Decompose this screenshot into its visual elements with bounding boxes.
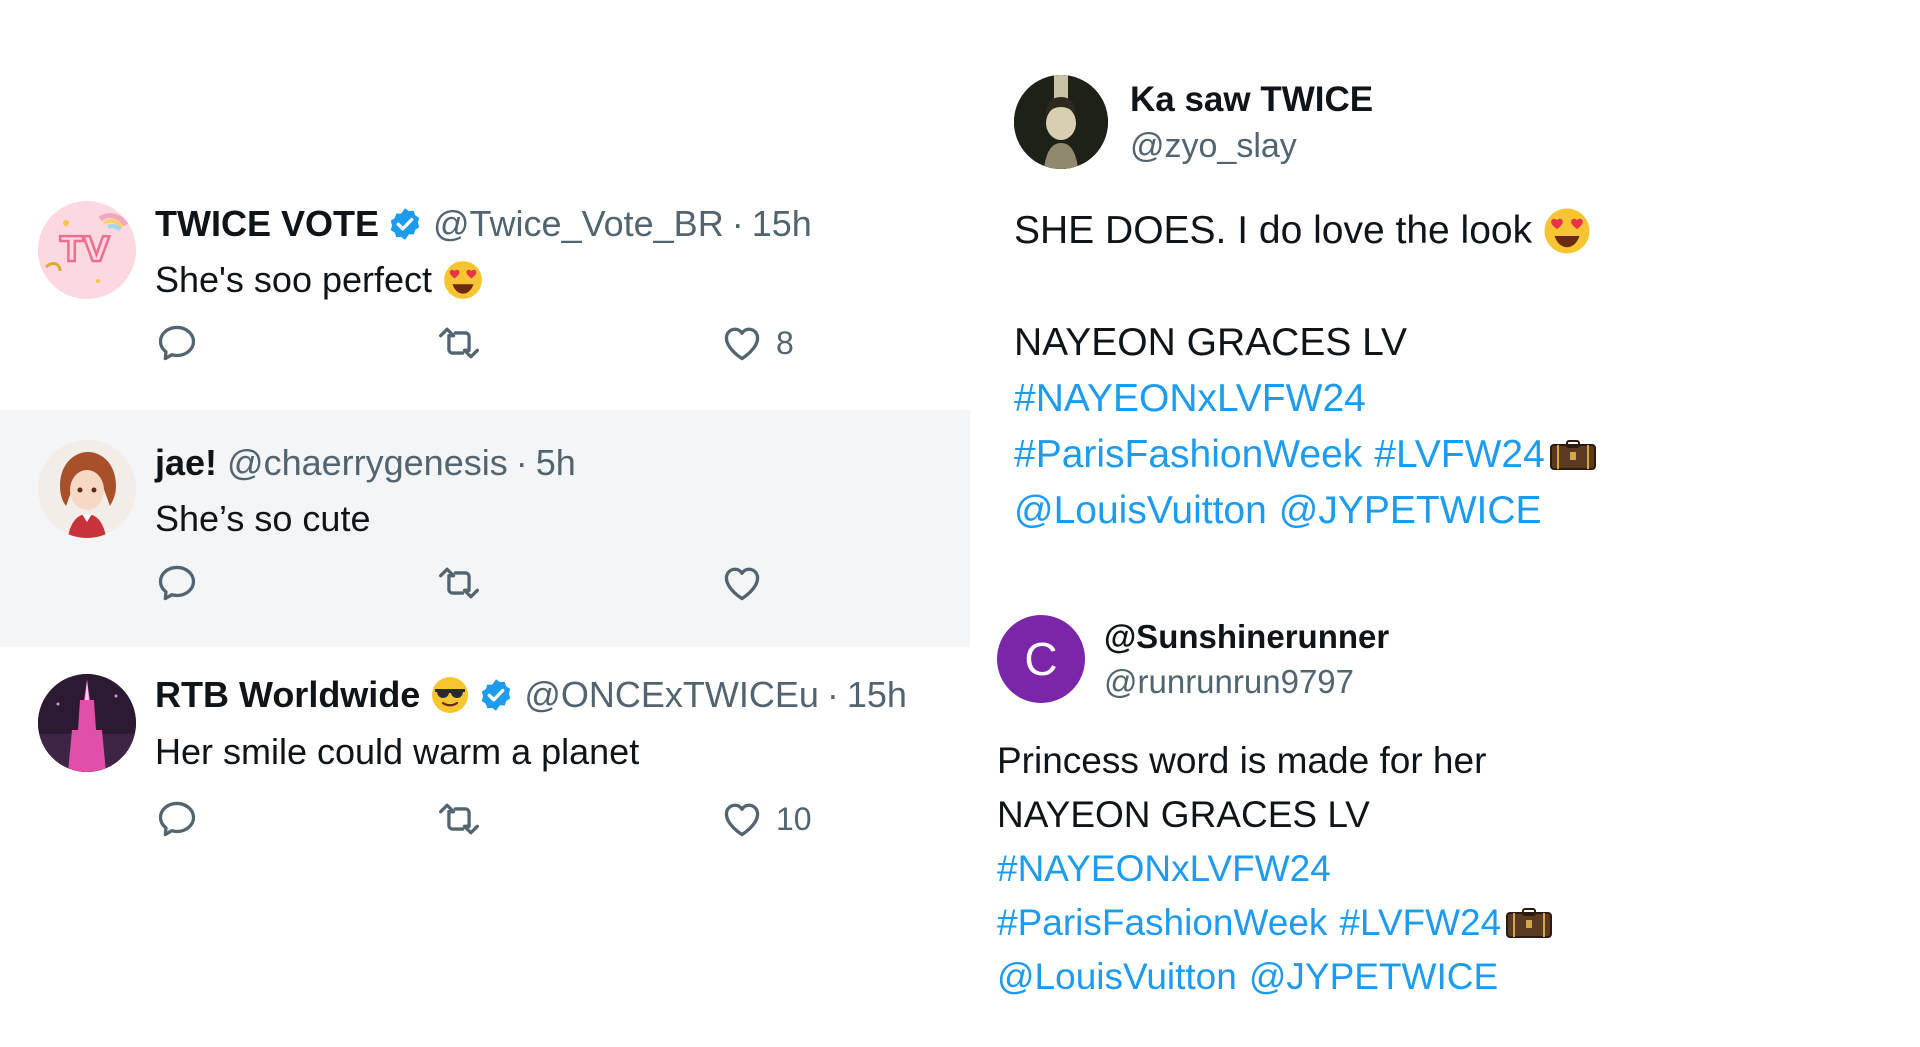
hashtag-link[interactable]: #ParisFashionWeek bbox=[1014, 427, 1362, 483]
retweet-icon bbox=[437, 797, 481, 841]
tweet-text: Princess word is made for her NAYEON GRA… bbox=[997, 734, 1553, 1004]
avatar-image bbox=[38, 674, 136, 772]
user-handle[interactable]: @ONCExTWICEu bbox=[524, 674, 819, 716]
reply-text-content: She’s so cute bbox=[155, 498, 371, 539]
mention-link[interactable]: @JYPETWICE bbox=[1279, 483, 1542, 539]
mention-link[interactable]: @LouisVuitton bbox=[997, 950, 1237, 1004]
reply-text: She’s so cute bbox=[155, 498, 370, 540]
retweet-button[interactable] bbox=[437, 318, 481, 368]
user-handle[interactable]: @runrunrun9797 bbox=[1104, 663, 1354, 701]
reply-text: Her smile could warm a planet bbox=[155, 731, 639, 773]
display-name[interactable]: @Sunshinerunner bbox=[1104, 618, 1389, 656]
hashtag-link[interactable]: #NAYEONxLVFW24 bbox=[1014, 371, 1366, 427]
reply-button[interactable] bbox=[155, 558, 199, 608]
tweet-line: @LouisVuitton @JYPETWICE bbox=[1014, 483, 1597, 539]
hashtag-link[interactable]: #LVFW24 bbox=[1339, 896, 1501, 950]
like-button[interactable]: 10 bbox=[720, 794, 812, 844]
list-item-reply-rtb-worldwide[interactable]: RTB Worldwide @ONCExTWICEu · 15h Her smi… bbox=[0, 647, 970, 884]
verified-badge-icon bbox=[387, 206, 423, 242]
display-name[interactable]: TWICE VOTE bbox=[155, 203, 379, 245]
tweet-line: @LouisVuitton @JYPETWICE bbox=[997, 950, 1553, 1004]
separator-dot: · bbox=[826, 674, 839, 715]
mention-link[interactable]: @LouisVuitton bbox=[1014, 483, 1267, 539]
tweet-line: SHE DOES. I do love the look bbox=[1014, 203, 1597, 259]
user-handle[interactable]: @chaerrygenesis bbox=[227, 442, 508, 484]
avatar-image bbox=[1014, 75, 1108, 169]
mention-link[interactable]: @JYPETWICE bbox=[1249, 950, 1498, 1004]
reply-icon bbox=[155, 797, 199, 841]
timestamp[interactable]: 15h bbox=[847, 674, 907, 716]
tweet-text-line: Princess word is made for her bbox=[997, 740, 1487, 781]
timestamp[interactable]: 15h bbox=[752, 203, 812, 245]
like-button[interactable]: 8 bbox=[720, 318, 794, 368]
tweet-line: Princess word is made for her bbox=[997, 734, 1553, 788]
heart-eyes-emoji-icon bbox=[442, 259, 484, 301]
display-name[interactable]: Ka saw TWICE bbox=[1130, 80, 1373, 120]
reply-icon bbox=[155, 321, 199, 365]
avatar[interactable] bbox=[38, 440, 136, 538]
tweet-line: #NAYEONxLVFW24 bbox=[997, 842, 1553, 896]
tweets-column: Ka saw TWICE @zyo_slay SHE DOES. I do lo… bbox=[970, 0, 1920, 1047]
verified-badge-icon bbox=[478, 677, 514, 713]
trunk-emoji-icon bbox=[1549, 439, 1597, 471]
avatar[interactable] bbox=[38, 674, 136, 772]
heart-icon bbox=[720, 321, 764, 365]
avatar-text: TV bbox=[60, 230, 110, 270]
avatar[interactable]: C bbox=[997, 615, 1085, 703]
avatar-image: TV bbox=[38, 201, 136, 299]
like-count: 10 bbox=[776, 800, 812, 837]
avatar-letter: C bbox=[1024, 633, 1058, 685]
tweet-line: #ParisFashionWeek #LVFW24 bbox=[997, 896, 1553, 950]
user-handle[interactable]: @Twice_Vote_BR bbox=[433, 203, 724, 245]
heart-icon bbox=[720, 561, 764, 605]
action-bar: 10 bbox=[155, 794, 855, 844]
trunk-emoji-icon bbox=[1505, 907, 1553, 939]
reply-header: jae! @chaerrygenesis · 5h bbox=[155, 442, 576, 484]
reply-icon bbox=[155, 561, 199, 605]
retweet-icon bbox=[437, 561, 481, 605]
heart-icon bbox=[720, 797, 764, 841]
reply-header: TWICE VOTE @Twice_Vote_BR · 15h bbox=[155, 203, 812, 245]
tweet-text-line: NAYEON GRACES LV bbox=[997, 794, 1370, 835]
tweet-text: SHE DOES. I do love the look NAYEON GRAC… bbox=[1014, 203, 1597, 539]
reply-button[interactable] bbox=[155, 794, 199, 844]
avatar-image bbox=[38, 440, 136, 538]
list-item-reply-jae[interactable]: jae! @chaerrygenesis · 5h She’s so cute bbox=[0, 410, 970, 647]
heart-eyes-emoji-icon bbox=[1542, 206, 1592, 256]
hashtag-link[interactable]: #NAYEONxLVFW24 bbox=[997, 842, 1331, 896]
list-item-reply-twice-vote[interactable]: TV TWICE VOTE @Twice_Vote_BR · 15h She's… bbox=[0, 173, 970, 410]
reply-text-content: She's soo perfect bbox=[155, 259, 433, 300]
user-handle[interactable]: @zyo_slay bbox=[1130, 127, 1297, 166]
tweet-text-line: SHE DOES. I do love the look bbox=[1014, 209, 1533, 252]
avatar[interactable]: TV bbox=[38, 201, 136, 299]
sunglasses-emoji-icon bbox=[430, 675, 470, 715]
retweet-button[interactable] bbox=[437, 558, 481, 608]
tweet-line: #ParisFashionWeek #LVFW24 bbox=[1014, 427, 1597, 483]
hashtag-link[interactable]: #ParisFashionWeek bbox=[997, 896, 1327, 950]
tweet-line: #NAYEONxLVFW24 bbox=[1014, 371, 1597, 427]
tweet-line: NAYEON GRACES LV bbox=[997, 788, 1553, 842]
reply-text: She's soo perfect bbox=[155, 259, 484, 301]
avatar[interactable] bbox=[1014, 75, 1108, 169]
separator-dot: · bbox=[515, 442, 528, 483]
display-name[interactable]: RTB Worldwide bbox=[155, 674, 420, 716]
like-button[interactable] bbox=[720, 558, 776, 608]
tweet-line: NAYEON GRACES LV bbox=[1014, 315, 1597, 371]
timestamp[interactable]: 5h bbox=[536, 442, 576, 484]
action-bar bbox=[155, 558, 855, 608]
reply-header: RTB Worldwide @ONCExTWICEu · 15h bbox=[155, 674, 907, 716]
reply-list: TV TWICE VOTE @Twice_Vote_BR · 15h She's… bbox=[0, 0, 970, 1047]
retweet-button[interactable] bbox=[437, 794, 481, 844]
retweet-icon bbox=[437, 321, 481, 365]
hashtag-link[interactable]: #LVFW24 bbox=[1374, 427, 1545, 483]
tweet-text-line: NAYEON GRACES LV bbox=[1014, 321, 1407, 364]
display-name[interactable]: jae! bbox=[155, 442, 217, 484]
separator-dot: · bbox=[731, 203, 744, 244]
reply-text-content: Her smile could warm a planet bbox=[155, 731, 640, 772]
like-count: 8 bbox=[776, 324, 794, 361]
reply-button[interactable] bbox=[155, 318, 199, 368]
action-bar: 8 bbox=[155, 318, 855, 368]
